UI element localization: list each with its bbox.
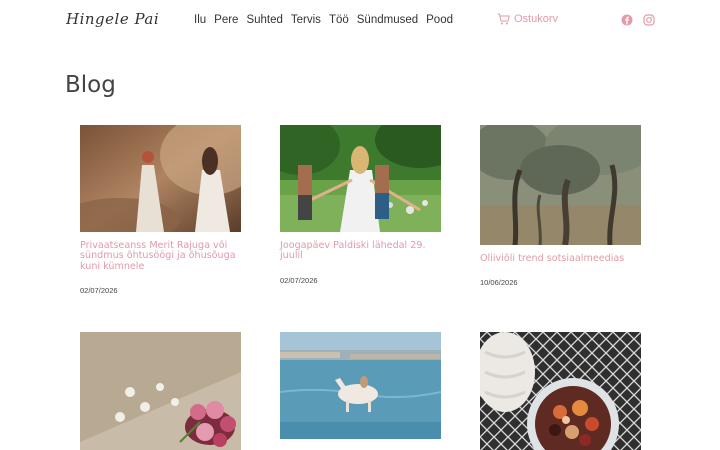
- nav-item-too[interactable]: Töö: [329, 14, 349, 26]
- social-links: [621, 14, 655, 26]
- blog-post-card[interactable]: Privaatseanss Merit Rajuga või sündmus õ…: [80, 125, 241, 295]
- nav-item-tervis[interactable]: Tervis: [291, 14, 321, 26]
- facebook-icon[interactable]: [621, 14, 633, 26]
- post-date: 10/06/2026: [480, 278, 518, 288]
- instagram-icon[interactable]: [643, 14, 655, 26]
- post-title[interactable]: Privaatseanss Merit Rajuga või sündmus õ…: [80, 240, 241, 272]
- post-title[interactable]: Oliiviõli trend sotsiaalmeedias: [480, 253, 641, 264]
- site-logo[interactable]: Hingele Pai: [66, 10, 159, 28]
- blog-post-card[interactable]: [280, 332, 441, 439]
- page-title: Blog: [65, 72, 116, 98]
- cart-button[interactable]: Ostukorv: [497, 13, 558, 25]
- blog-post-card[interactable]: Joogapäev Paldiski lähedal 29. juulil 02…: [280, 125, 441, 285]
- blog-post-card[interactable]: [480, 332, 641, 450]
- nav-item-pere[interactable]: Pere: [214, 14, 238, 26]
- post-image[interactable]: [80, 332, 241, 450]
- post-title[interactable]: Joogapäev Paldiski lähedal 29. juulil: [280, 240, 441, 262]
- post-image[interactable]: [280, 125, 441, 232]
- post-image[interactable]: [480, 125, 641, 245]
- post-image[interactable]: [280, 332, 441, 439]
- nav-item-sundmused[interactable]: Sündmused: [357, 14, 418, 26]
- blog-post-card[interactable]: [80, 332, 241, 450]
- nav-item-pood[interactable]: Pood: [426, 14, 453, 26]
- cart-label: Ostukorv: [514, 13, 559, 25]
- site-header: Hingele Pai Ilu Pere Suhted Tervis Töö S…: [0, 0, 720, 42]
- nav-item-suhted[interactable]: Suhted: [246, 14, 282, 26]
- post-image[interactable]: [480, 332, 641, 450]
- cart-icon: [497, 13, 510, 25]
- post-date: 02/07/2026: [80, 286, 118, 296]
- post-image[interactable]: [80, 125, 241, 232]
- post-date: 02/07/2026: [280, 275, 318, 285]
- main-nav: Ilu Pere Suhted Tervis Töö Sündmused Poo…: [194, 14, 453, 26]
- blog-post-card[interactable]: Oliiviõli trend sotsiaalmeedias 10/06/20…: [480, 125, 641, 287]
- nav-item-ilu[interactable]: Ilu: [194, 14, 206, 26]
